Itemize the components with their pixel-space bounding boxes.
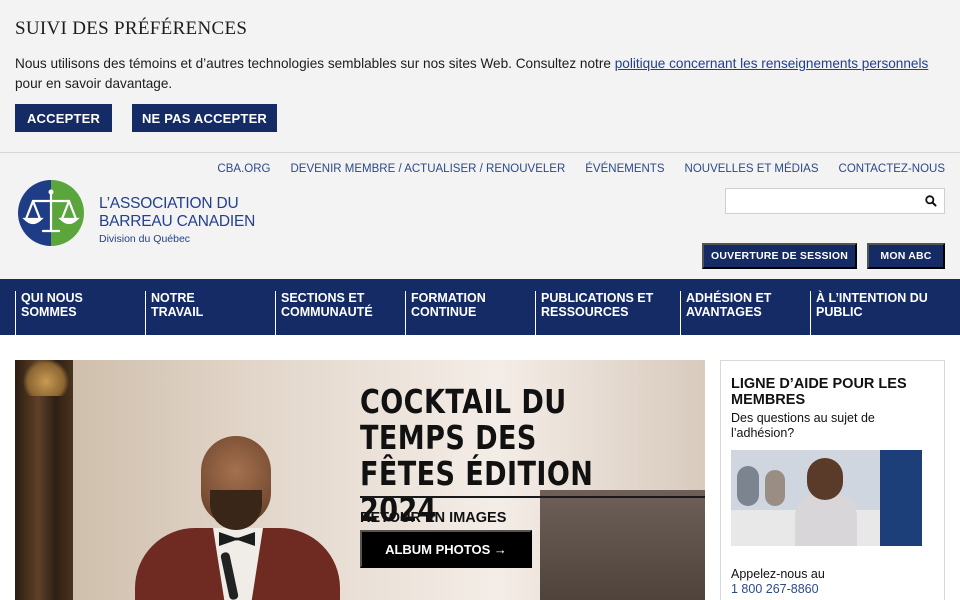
- nav-item-our-work[interactable]: NOTRE TRAVAIL: [145, 291, 245, 335]
- logo-line-1: L’ASSOCIATION DU: [99, 195, 239, 212]
- hero-photo-lamp: [21, 360, 71, 396]
- accept-cookies-button[interactable]: ACCEPTER: [15, 104, 112, 132]
- hero-photo-pillar: [15, 360, 73, 600]
- search-icon[interactable]: [924, 194, 938, 208]
- cookie-banner-title: SUIVI DES PRÉFÉRENCES: [15, 18, 248, 39]
- helpline-image-person-2: [765, 470, 785, 506]
- main-nav: QUI NOUS SOMMES NOTRE TRAVAIL SECTIONS E…: [0, 279, 960, 335]
- photo-album-button[interactable]: ALBUM PHOTOS →: [360, 530, 532, 568]
- helpline-call-text: Appelez-nous au: [731, 567, 825, 581]
- utility-link-membership[interactable]: DEVENIR MEMBRE / ACTUALISER / RENOUVELER: [290, 163, 565, 175]
- hero-divider: [360, 496, 705, 498]
- helpline-image-agent-head: [807, 458, 843, 500]
- nav-item-membership[interactable]: ADHÉSION ET AVANTAGES: [680, 291, 800, 335]
- search-input[interactable]: [725, 188, 945, 214]
- cookie-text-before: Nous utilisons des témoins et d’autres t…: [15, 56, 615, 71]
- nav-item-who-we-are[interactable]: QUI NOUS SOMMES: [15, 291, 125, 335]
- scales-of-justice-icon: [18, 180, 84, 246]
- cookie-text-after: pour en savoir davantage.: [15, 76, 173, 91]
- nav-item-sections[interactable]: SECTIONS ET COMMUNAUTÉ: [275, 291, 393, 335]
- helpline-image-agent-body: [795, 494, 857, 546]
- helpline-image-accent: [880, 450, 922, 546]
- utility-link-contact[interactable]: CONTACTEZ-NOUS: [839, 163, 945, 175]
- site-logo[interactable]: L’ASSOCIATION DU BARREAU CANADIEN Divisi…: [17, 179, 257, 247]
- helpline-description: Des questions au sujet de l’adhésion?: [731, 411, 875, 440]
- logo-line-2: BARREAU CANADIEN: [99, 213, 256, 230]
- utility-nav: CBA.ORG DEVENIR MEMBRE / ACTUALISER / RE…: [217, 163, 945, 175]
- utility-link-cba[interactable]: CBA.ORG: [217, 163, 270, 175]
- member-helpline-card: LIGNE D’AIDE POUR LES MEMBRES Des questi…: [720, 360, 945, 600]
- cookie-banner: SUIVI DES PRÉFÉRENCES Nous utilisons des…: [0, 0, 960, 153]
- nav-item-publications[interactable]: PUBLICATIONS ET RESSOURCES: [535, 291, 665, 335]
- decline-cookies-button[interactable]: NE PAS ACCEPTER: [132, 104, 277, 132]
- nav-item-education[interactable]: FORMATION CONTINUE: [405, 291, 515, 335]
- helpline-phone-link[interactable]: 1 800 267-8860: [731, 582, 819, 596]
- privacy-policy-link[interactable]: politique concernant les renseignements …: [615, 56, 929, 71]
- utility-link-events[interactable]: ÉVÉNEMENTS: [585, 163, 664, 175]
- my-abc-button[interactable]: MON ABC: [867, 243, 945, 269]
- hero-subtitle: RETOUR EN IMAGES: [360, 510, 507, 526]
- nav-item-public[interactable]: À L’INTENTION DU PUBLIC: [810, 291, 930, 335]
- utility-link-news[interactable]: NOUVELLES ET MÉDIAS: [685, 163, 819, 175]
- helpline-image-person-1: [737, 466, 759, 506]
- logo-wordmark: L’ASSOCIATION DU BARREAU CANADIEN Divisi…: [99, 195, 255, 245]
- cookie-banner-text: Nous utilisons des témoins et d’autres t…: [15, 54, 950, 94]
- helpline-title: LIGNE D’AIDE POUR LES MEMBRES: [731, 376, 907, 408]
- hero-banner[interactable]: COCKTAIL DU TEMPS DES FÊTES ÉDITION 2024…: [15, 360, 705, 600]
- helpline-image: [731, 450, 922, 546]
- site-header: CBA.ORG DEVENIR MEMBRE / ACTUALISER / RE…: [0, 153, 960, 279]
- login-button[interactable]: OUVERTURE DE SESSION: [702, 243, 857, 269]
- hero-title: COCKTAIL DU TEMPS DES FÊTES ÉDITION 2024: [360, 382, 594, 529]
- logo-line-3: Division du Québec: [99, 233, 191, 245]
